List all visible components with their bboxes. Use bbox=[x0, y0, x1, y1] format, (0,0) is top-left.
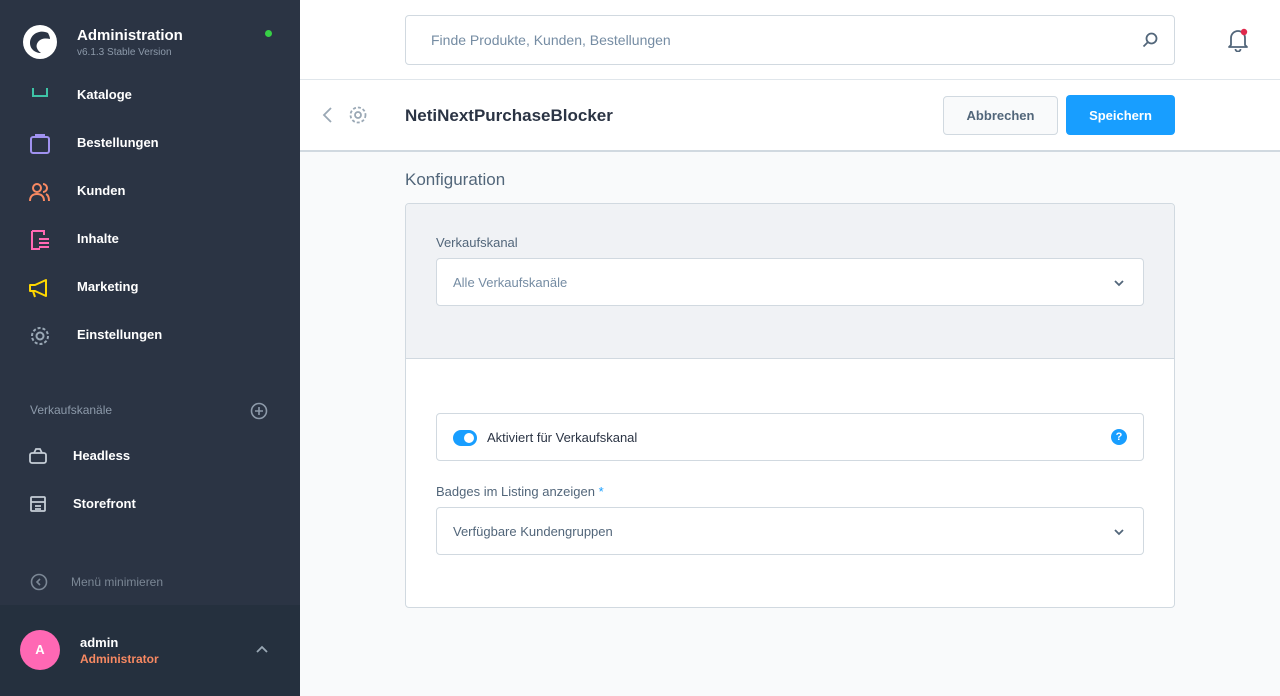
sales-channel-storefront[interactable]: Storefront bbox=[0, 486, 300, 522]
gear-icon bbox=[31, 327, 49, 345]
badges-label-text: Badges im Listing anzeigen bbox=[436, 484, 595, 499]
sales-channel-headless[interactable]: Headless bbox=[0, 438, 300, 474]
brand-header: Administration v6.1.3 Stable Version bbox=[0, 0, 300, 82]
sales-channel-value: Alle Verkaufskanäle bbox=[453, 275, 568, 290]
section-title: Konfiguration bbox=[405, 170, 506, 189]
notification-bell-icon[interactable] bbox=[1227, 28, 1249, 52]
status-indicator bbox=[265, 30, 272, 37]
users-icon bbox=[29, 183, 50, 202]
activation-label: Aktiviert für Verkaufskanal bbox=[487, 430, 638, 445]
sales-channel-label: Verkaufskanal bbox=[436, 235, 518, 250]
cancel-button[interactable]: Abbrechen bbox=[943, 96, 1058, 135]
minimize-menu-label: Menü minimieren bbox=[71, 575, 164, 589]
nav-item-label: Kunden bbox=[77, 183, 126, 198]
badges-field-label: Badges im Listing anzeigen * bbox=[436, 484, 604, 499]
app-version: v6.1.3 Stable Version bbox=[77, 47, 172, 58]
nav-item-customers[interactable]: Kunden bbox=[0, 172, 300, 212]
sales-channels-header: Verkaufskanäle bbox=[30, 403, 113, 417]
user-name: admin bbox=[80, 635, 119, 650]
basket-icon bbox=[29, 448, 47, 464]
toggle-knob bbox=[464, 433, 474, 443]
catalog-icon bbox=[32, 88, 48, 97]
user-profile[interactable]: A admin Administrator bbox=[0, 605, 300, 696]
badges-value: Verfügbare Kundengruppen bbox=[453, 524, 613, 539]
app-title: Administration bbox=[77, 27, 183, 44]
minimize-menu-button[interactable]: Menü minimieren bbox=[30, 572, 290, 592]
user-role: Administrator bbox=[80, 652, 159, 666]
nav-item-catalog[interactable]: Kataloge bbox=[0, 82, 300, 116]
bag-icon bbox=[30, 134, 50, 154]
nav-item-orders[interactable]: Bestellungen bbox=[0, 124, 300, 164]
nav-item-label: Marketing bbox=[77, 279, 139, 294]
activation-toggle[interactable] bbox=[453, 430, 477, 446]
sales-channel-switch-area: Verkaufskanal Alle Verkaufskanäle bbox=[406, 204, 1174, 359]
required-mark: * bbox=[598, 484, 604, 499]
back-icon[interactable] bbox=[320, 105, 336, 125]
nav-item-label: Inhalte bbox=[77, 231, 119, 246]
sidebar: Kataloge Bestellungen Kunden Inhalte Mar… bbox=[0, 0, 300, 696]
page-title: NetiNextPurchaseBlocker bbox=[405, 106, 613, 125]
nav-item-settings[interactable]: Einstellungen bbox=[0, 316, 300, 356]
badges-select[interactable]: Verfügbare Kundengruppen bbox=[436, 507, 1144, 555]
main-navigation: Kataloge Bestellungen Kunden Inhalte Mar… bbox=[0, 82, 300, 362]
search-input[interactable] bbox=[406, 16, 1126, 64]
smart-bar-divider bbox=[300, 150, 1280, 152]
add-sales-channel-icon[interactable] bbox=[250, 402, 268, 420]
chevron-down-icon bbox=[1114, 529, 1124, 536]
top-bar bbox=[300, 0, 1280, 80]
search-icon[interactable] bbox=[1142, 32, 1158, 48]
sales-channel-label: Headless bbox=[73, 448, 131, 463]
collapse-icon bbox=[30, 573, 48, 591]
megaphone-icon bbox=[29, 279, 47, 298]
chevron-up-icon[interactable] bbox=[255, 643, 269, 657]
nav-item-label: Kataloge bbox=[77, 87, 132, 102]
avatar: A bbox=[20, 630, 60, 670]
nav-item-label: Einstellungen bbox=[77, 327, 163, 342]
sales-channel-select[interactable]: Alle Verkaufskanäle bbox=[436, 258, 1144, 306]
nav-item-content[interactable]: Inhalte bbox=[0, 220, 300, 260]
save-button[interactable]: Speichern bbox=[1066, 95, 1175, 135]
activation-field: Aktiviert für Verkaufskanal ? bbox=[436, 413, 1144, 461]
nav-item-marketing[interactable]: Marketing bbox=[0, 268, 300, 308]
config-card: Verkaufskanal Alle Verkaufskanäle Aktivi… bbox=[405, 203, 1175, 608]
help-icon[interactable]: ? bbox=[1111, 429, 1127, 445]
shopware-logo-icon bbox=[23, 25, 57, 59]
chevron-down-icon bbox=[1114, 280, 1124, 287]
global-search bbox=[405, 15, 1175, 65]
content-icon bbox=[31, 230, 49, 250]
sales-channel-label: Storefront bbox=[73, 496, 136, 511]
storefront-icon bbox=[30, 496, 46, 512]
settings-module-icon bbox=[349, 106, 367, 124]
nav-item-label: Bestellungen bbox=[77, 135, 159, 150]
